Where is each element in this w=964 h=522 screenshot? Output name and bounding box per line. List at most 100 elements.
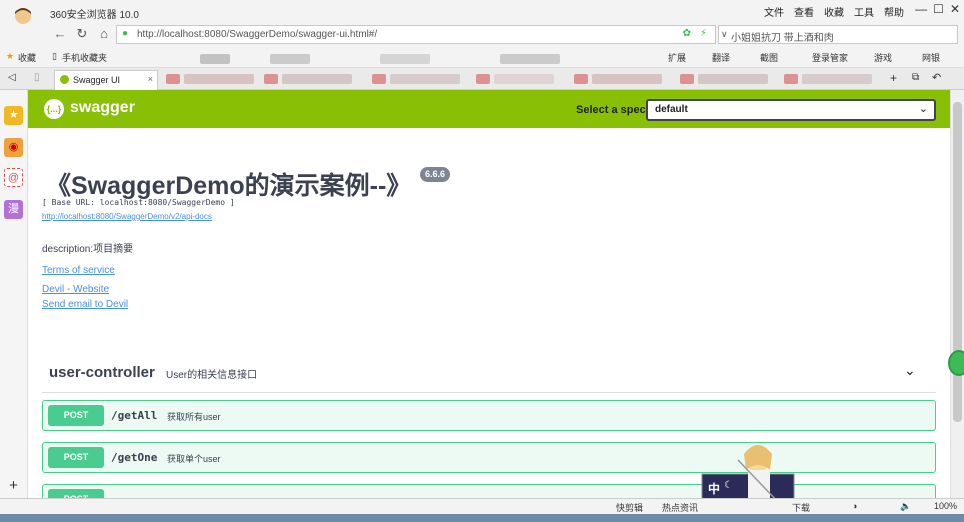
blurred-bookmark: [270, 54, 310, 64]
zoom-level[interactable]: 100%: [934, 501, 957, 511]
operation-summary: 获取所有user: [167, 412, 221, 422]
toolbar-banking[interactable]: 网银: [922, 51, 940, 64]
tab-swagger-ui[interactable]: Swagger UI ×: [54, 70, 158, 90]
page-icon: ▯: [34, 72, 40, 83]
blurred-bookmark: [200, 54, 230, 64]
weibo-icon[interactable]: ◉: [4, 138, 23, 157]
terms-of-service-link[interactable]: Terms of service: [42, 265, 115, 276]
blurred-tab[interactable]: [698, 74, 768, 84]
search-dropdown-icon[interactable]: ∨: [721, 29, 728, 40]
swagger-logo-text[interactable]: swagger: [70, 99, 135, 117]
toolbar-games[interactable]: 游戏: [874, 51, 892, 64]
navigation-bar: ← ↻ ⌂ ● http://localhost:8080/SwaggerDem…: [0, 24, 964, 46]
toolbar-extensions[interactable]: 扩展: [668, 51, 686, 64]
security-icon[interactable]: ✿: [683, 28, 691, 39]
comic-icon[interactable]: 漫: [4, 200, 23, 219]
secure-shield-icon: ●: [122, 28, 129, 39]
blurred-tab[interactable]: [390, 74, 460, 84]
blurred-tab[interactable]: [494, 74, 554, 84]
chevron-down-icon[interactable]: ⌄: [904, 362, 916, 379]
widget-language-label[interactable]: 中: [708, 480, 720, 497]
tab-label: Swagger UI: [73, 75, 121, 85]
swagger-page: {...} swagger Select a spec default ⌄ 《S…: [28, 90, 950, 498]
blurred-bookmark: [500, 54, 560, 64]
phone-icon: ▯: [52, 51, 57, 61]
speaker-icon[interactable]: 🔈: [900, 501, 911, 512]
url-text: http://localhost:8080/SwaggerDemo/swagge…: [137, 29, 378, 40]
menu-favorites[interactable]: 收藏: [824, 4, 844, 19]
status-download[interactable]: 下载: [792, 501, 810, 514]
blurred-tab[interactable]: [802, 74, 872, 84]
search-box[interactable]: ∨ 小姐姐抗刀 带上酒和肉: [718, 25, 958, 44]
add-sidebar-icon[interactable]: +: [4, 476, 23, 495]
operation-summary: 获取单个user: [167, 454, 221, 464]
blurred-tab[interactable]: [476, 74, 490, 84]
menu-view[interactable]: 查看: [794, 4, 814, 19]
blurred-tab[interactable]: [372, 74, 386, 84]
tab-close-icon[interactable]: ×: [148, 74, 153, 84]
favorites-star-icon[interactable]: ★: [4, 106, 23, 125]
close-icon[interactable]: ✕: [950, 2, 960, 16]
operation-path: /getOne: [111, 451, 158, 464]
blurred-tab[interactable]: [680, 74, 694, 84]
api-title: 《SwaggerDemo的演示案例--》: [46, 172, 412, 200]
toolbar-login-manager[interactable]: 登录管家: [812, 51, 848, 64]
window-controls: — ☐ ✕: [915, 2, 960, 16]
version-badge: 6.6.6: [420, 167, 451, 182]
divider: [42, 392, 936, 393]
status-quickcut[interactable]: 快剪辑: [616, 501, 643, 514]
status-bar: 快剪辑 热点资讯 下载 ◑ 🔈 100%: [0, 498, 964, 514]
status-hotnews[interactable]: 热点资讯: [662, 501, 698, 514]
operation-partial[interactable]: POST: [42, 484, 936, 498]
blurred-tab[interactable]: [282, 74, 352, 84]
bookmark-mobile[interactable]: 手机收藏夹: [62, 51, 107, 64]
tab-bar: ◁ ▯ Swagger UI × + ⧉ ↶: [0, 68, 964, 90]
spec-select[interactable]: default ⌄: [646, 99, 936, 121]
maximize-icon[interactable]: ☐: [933, 2, 944, 16]
menu-help[interactable]: 帮助: [884, 4, 904, 19]
back-icon[interactable]: ←: [52, 26, 68, 42]
toolbar-translate[interactable]: 翻译: [712, 51, 730, 64]
favorites-star-icon: ★: [6, 51, 15, 61]
menu-bar: 文件 查看 收藏 工具 帮助: [764, 4, 904, 19]
api-description: description:项目摘要: [42, 244, 134, 255]
api-docs-link[interactable]: http://localhost:8080/SwaggerDemo/v2/api…: [42, 212, 212, 221]
menu-file[interactable]: 文件: [764, 4, 784, 19]
spec-label: Select a spec: [576, 104, 646, 116]
toolbar-screenshot[interactable]: 截图: [760, 51, 778, 64]
undo-close-icon[interactable]: ↶: [932, 71, 941, 84]
tag-name[interactable]: user-controller: [49, 364, 155, 381]
swagger-topbar: {...} swagger Select a spec default ⌄: [28, 90, 950, 128]
blurred-tab[interactable]: [264, 74, 278, 84]
address-bar[interactable]: ● http://localhost:8080/SwaggerDemo/swag…: [116, 25, 716, 44]
blurred-bookmark: [380, 54, 430, 64]
home-icon[interactable]: ⌂: [96, 26, 112, 42]
status-sound-icon[interactable]: ◑: [852, 501, 857, 511]
page-scrollbar[interactable]: [950, 90, 964, 498]
swagger-favicon-icon: [60, 75, 69, 84]
tab-list-icon[interactable]: ◁: [8, 72, 16, 83]
refresh-icon[interactable]: ↻: [74, 26, 90, 42]
browser-title: 360安全浏览器 10.0: [50, 10, 139, 21]
menu-tools[interactable]: 工具: [854, 4, 874, 19]
operation-getall[interactable]: POST /getAll 获取所有user: [42, 400, 936, 431]
blurred-tab[interactable]: [574, 74, 588, 84]
restore-tabs-icon[interactable]: ⧉: [912, 72, 919, 83]
email-icon[interactable]: @: [4, 168, 23, 187]
blurred-tab[interactable]: [166, 74, 180, 84]
bookmark-favorites[interactable]: 收藏: [18, 51, 36, 64]
floating-assist-icon[interactable]: [948, 350, 964, 376]
website-link[interactable]: Devil - Website: [42, 284, 109, 295]
blurred-tab[interactable]: [184, 74, 254, 84]
method-badge: POST: [48, 489, 104, 498]
blurred-tab[interactable]: [592, 74, 662, 84]
blurred-tab[interactable]: [784, 74, 798, 84]
bookmarks-bar: ★ 收藏 ▯ 手机收藏夹 扩展 翻译 截图 登录管家 游戏 网银: [0, 46, 964, 68]
new-tab-icon[interactable]: +: [890, 71, 897, 85]
email-link[interactable]: Send email to Devil: [42, 299, 128, 310]
operation-getone[interactable]: POST /getOne 获取单个user: [42, 442, 936, 473]
flash-icon[interactable]: ⚡: [700, 28, 707, 39]
base-url: [ Base URL: localhost:8080/SwaggerDemo ]: [42, 198, 235, 207]
minimize-icon[interactable]: —: [915, 2, 927, 16]
swagger-logo-icon[interactable]: {...}: [44, 99, 64, 119]
